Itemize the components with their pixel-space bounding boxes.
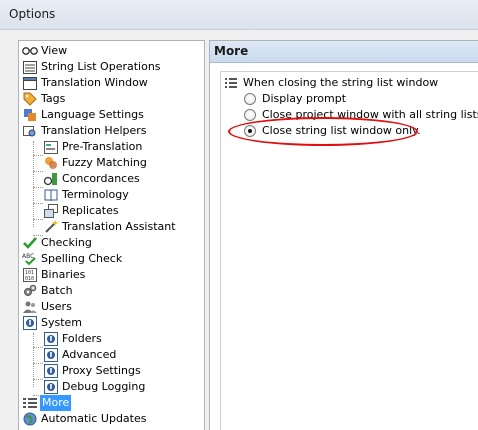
- highlight-ellipse: [228, 117, 418, 146]
- book-icon: [43, 188, 59, 202]
- tree-item-label: Advanced: [62, 348, 117, 361]
- fuzzy-icon: [43, 156, 59, 170]
- tree-item-checking[interactable]: Checking: [22, 235, 92, 251]
- binaries-icon: 101 010: [22, 268, 38, 282]
- tree-item-folders[interactable]: Folders: [43, 331, 102, 347]
- window-title: Options: [9, 7, 56, 21]
- tag-icon: [22, 92, 38, 106]
- panel-header: More: [210, 41, 478, 63]
- pretranslation-icon: [43, 140, 59, 154]
- system-icon: [43, 332, 59, 346]
- tree-item-label: Batch: [41, 284, 73, 297]
- tree-item-terminology[interactable]: Terminology: [43, 187, 129, 203]
- radio-button[interactable]: [244, 92, 256, 105]
- tree-item-label: Binaries: [41, 268, 86, 281]
- tree-item-advanced[interactable]: Advanced: [43, 347, 116, 363]
- concordances-icon: [43, 172, 59, 186]
- tree-item-label: Checking: [41, 236, 92, 249]
- more-icon: [22, 396, 38, 410]
- tree-item-language-settings[interactable]: Language Settings: [22, 107, 144, 123]
- users-icon: [22, 300, 38, 314]
- checkmark-icon: [22, 236, 38, 250]
- tree-item-label: Spelling Check: [41, 252, 123, 265]
- tree-item-fuzzy-matching[interactable]: Fuzzy Matching: [43, 155, 147, 171]
- tree-item-tags[interactable]: Tags: [22, 91, 65, 107]
- radio-label: Display prompt: [262, 92, 347, 105]
- tree-item-system[interactable]: System: [22, 315, 82, 331]
- tree-item-proxy-settings[interactable]: Proxy Settings: [43, 363, 141, 379]
- group-label-text: When closing the string list window: [243, 76, 439, 89]
- tree-item-label: Folders: [62, 332, 102, 345]
- replicates-icon: [43, 204, 59, 218]
- more-icon: [225, 77, 237, 88]
- radio-button[interactable]: [244, 108, 256, 121]
- window-icon: [22, 76, 38, 90]
- tree-item-label: View: [41, 44, 68, 57]
- system-icon: [43, 380, 59, 394]
- tree-item-label: Translation Assistant: [62, 220, 176, 233]
- tree-item-label: Terminology: [62, 188, 129, 201]
- title-bar: Options: [0, 0, 478, 30]
- tree-item-pre-translation[interactable]: Pre-Translation: [43, 139, 142, 155]
- gears-icon: [22, 284, 38, 298]
- tree-item-label: Concordances: [62, 172, 140, 185]
- tree-item-automatic-updates[interactable]: Automatic Updates: [22, 411, 146, 427]
- system-icon: [43, 364, 59, 378]
- tree-item-label: String List Operations: [41, 60, 161, 73]
- tree-item-label: Translation Helpers: [41, 124, 147, 137]
- tree-item-label: Automatic Updates: [41, 412, 147, 425]
- tree-item-label: System: [41, 316, 83, 329]
- radio-display-prompt[interactable]: Display prompt: [244, 92, 346, 105]
- tree-item-view[interactable]: View: [22, 43, 67, 59]
- panel-title: More: [214, 44, 249, 58]
- language-settings-icon: [22, 108, 38, 122]
- tree-item-translation-helpers[interactable]: Translation Helpers: [22, 123, 147, 139]
- globe-icon: [22, 412, 38, 426]
- tree-item-label: More: [40, 395, 72, 411]
- tree-item-translation-assistant[interactable]: Translation Assistant: [43, 219, 176, 235]
- glasses-icon: [22, 44, 38, 58]
- tree-item-label: Fuzzy Matching: [62, 156, 147, 169]
- tree-item-label: Tags: [41, 92, 66, 105]
- options-tree[interactable]: View String List Operations Translation …: [18, 40, 205, 430]
- tree-item-label: Language Settings: [41, 108, 144, 121]
- system-icon: [22, 316, 38, 330]
- tree-item-concordances[interactable]: Concordances: [43, 171, 140, 187]
- tree-item-label: Users: [41, 300, 72, 313]
- wand-icon: [43, 220, 59, 234]
- tree-item-more[interactable]: More: [22, 395, 72, 411]
- tree-item-debug-logging[interactable]: Debug Logging: [43, 379, 145, 395]
- spelling-icon: ABC: [22, 252, 38, 266]
- tree-item-users[interactable]: Users: [22, 299, 72, 315]
- tree-item-label: Debug Logging: [62, 380, 146, 393]
- tree-item-label: Translation Window: [41, 76, 148, 89]
- tree-item-string-list-operations[interactable]: String List Operations: [22, 59, 161, 75]
- tree-item-batch[interactable]: Batch: [22, 283, 73, 299]
- tree-item-label: Pre-Translation: [62, 140, 143, 153]
- helpers-icon: [22, 124, 38, 138]
- list-icon: [22, 60, 38, 74]
- tree-item-replicates[interactable]: Replicates: [43, 203, 119, 219]
- tree-item-translation-window[interactable]: Translation Window: [22, 75, 148, 91]
- system-icon: [43, 348, 59, 362]
- tree-item-spelling-check[interactable]: ABC Spelling Check: [22, 251, 122, 267]
- svg-text:010: 010: [25, 276, 34, 282]
- tree-item-binaries[interactable]: 101 010 Binaries: [22, 267, 85, 283]
- tree-item-label: Replicates: [62, 204, 119, 217]
- group-label: When closing the string list window: [225, 76, 438, 89]
- svg-text:ABC: ABC: [22, 253, 34, 260]
- tree-item-label: Proxy Settings: [62, 364, 141, 377]
